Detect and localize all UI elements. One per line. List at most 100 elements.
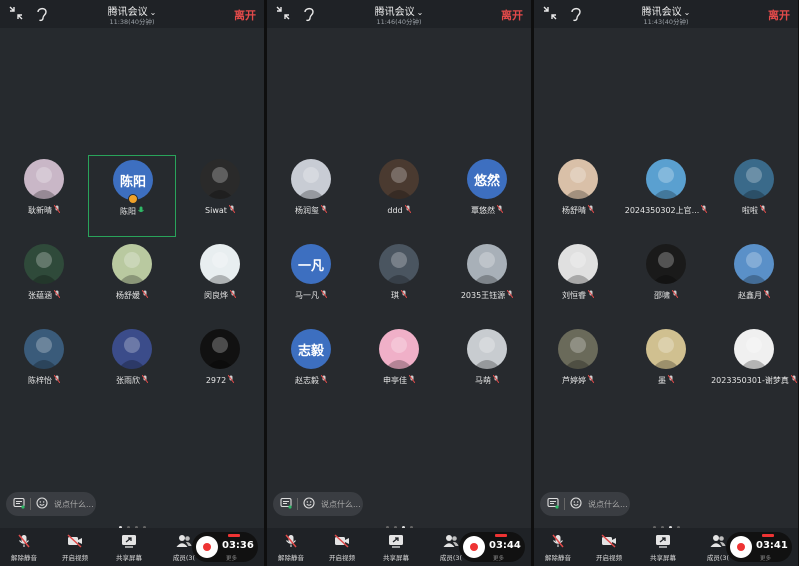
meeting-header: 腾讯会议 ⌄ 11:46(40分钟) 离开 bbox=[267, 0, 531, 28]
unmute-button[interactable]: 解除静音 bbox=[0, 528, 48, 566]
host-badge-icon bbox=[128, 194, 138, 204]
participant-tile[interactable]: 悠然 覃悠然 bbox=[443, 155, 531, 237]
unmute-button[interactable]: 解除静音 bbox=[534, 528, 582, 566]
chat-bar[interactable]: 说点什么... bbox=[273, 492, 363, 516]
participant-name: 张蕴涵 bbox=[28, 291, 52, 300]
participant-tile[interactable]: 2035王钰源 bbox=[443, 240, 531, 322]
video-off-icon bbox=[585, 534, 633, 552]
chat-input-placeholder[interactable]: 说点什么... bbox=[588, 499, 628, 510]
avatar bbox=[646, 159, 686, 199]
start-video-button[interactable]: 开启视频 bbox=[51, 528, 99, 566]
record-stop-icon[interactable] bbox=[730, 536, 752, 558]
leave-button[interactable]: 离开 bbox=[501, 7, 523, 23]
avatar bbox=[558, 244, 598, 284]
participant-name: 芦婷婷 bbox=[562, 376, 586, 385]
participant-tile[interactable]: 刘恒睿 bbox=[534, 240, 622, 322]
participant-name: 申亭佳 bbox=[383, 376, 407, 385]
more-indicator bbox=[762, 534, 774, 537]
avatar bbox=[112, 244, 152, 284]
avatar bbox=[734, 329, 774, 369]
chat-input-placeholder[interactable]: 说点什么... bbox=[321, 499, 361, 510]
participant-tile[interactable]: Siwat bbox=[176, 155, 264, 237]
participant-name: 杨润玺 bbox=[295, 206, 319, 215]
participant-name: 刘恒睿 bbox=[562, 291, 586, 300]
participant-tile[interactable]: 张雨欣 bbox=[88, 325, 176, 407]
participant-tile[interactable]: 陈阳 陈阳 bbox=[88, 155, 176, 237]
participant-tile[interactable]: 马萌 bbox=[443, 325, 531, 407]
emoji-icon[interactable] bbox=[569, 497, 583, 511]
participant-tile[interactable]: 杨舒晴 bbox=[534, 155, 622, 237]
participant-tile[interactable]: 志毅 赵志毅 bbox=[267, 325, 355, 407]
avatar bbox=[112, 329, 152, 369]
participant-name: 赵鑫月 bbox=[738, 291, 762, 300]
chat-list-icon[interactable] bbox=[12, 497, 26, 511]
more-button[interactable]: 更多 bbox=[493, 554, 504, 562]
meeting-header: 腾讯会议 ⌄ 11:43(40分钟) 离开 bbox=[534, 0, 798, 28]
leave-button[interactable]: 离开 bbox=[768, 7, 790, 23]
record-stop-icon[interactable] bbox=[196, 536, 218, 558]
avatar bbox=[200, 329, 240, 369]
participant-name: 2024350302上官... bbox=[624, 206, 700, 215]
participant-tile[interactable]: 2972 bbox=[176, 325, 264, 407]
avatar bbox=[558, 159, 598, 199]
mic-muted-icon bbox=[759, 204, 767, 215]
participant-tile[interactable]: 琪 bbox=[355, 240, 443, 322]
participant-tile[interactable]: 闵良烨 bbox=[176, 240, 264, 322]
emoji-icon[interactable] bbox=[302, 497, 316, 511]
avatar bbox=[467, 244, 507, 284]
avatar bbox=[200, 244, 240, 284]
participant-tile[interactable]: 杨舒媛 bbox=[88, 240, 176, 322]
participant-name: 马一凡 bbox=[295, 291, 319, 300]
mic-muted-icon bbox=[763, 289, 771, 300]
unmute-button[interactable]: 解除静音 bbox=[267, 528, 315, 566]
participant-tile[interactable]: 墨 bbox=[622, 325, 710, 407]
emoji-icon[interactable] bbox=[35, 497, 49, 511]
mic-muted-icon bbox=[587, 204, 595, 215]
participant-name: 琪 bbox=[391, 291, 399, 300]
participant-tile[interactable]: 陈梓怡 bbox=[0, 325, 88, 407]
share-screen-icon bbox=[639, 534, 687, 552]
more-button[interactable]: 更多 bbox=[760, 554, 771, 562]
participant-tile[interactable]: 杨润玺 bbox=[267, 155, 355, 237]
participant-tile[interactable]: 耿新晴 bbox=[0, 155, 88, 237]
bottom-toolbar: 解除静音 开启视频 共享屏幕 成员(3( bbox=[534, 528, 798, 566]
chat-bar[interactable]: 说点什么... bbox=[540, 492, 630, 516]
record-pill[interactable]: 03:41 更多 bbox=[726, 532, 792, 562]
share-screen-button[interactable]: 共享屏幕 bbox=[639, 528, 687, 566]
start-video-button[interactable]: 开启视频 bbox=[585, 528, 633, 566]
participant-tile[interactable]: ddd bbox=[355, 155, 443, 237]
record-pill[interactable]: 03:36 更多 bbox=[192, 532, 258, 562]
mic-muted-icon bbox=[228, 204, 236, 215]
participant-tile[interactable]: 一凡 马一凡 bbox=[267, 240, 355, 322]
record-pill[interactable]: 03:44 更多 bbox=[459, 532, 525, 562]
chat-list-icon[interactable] bbox=[279, 497, 293, 511]
chat-bar[interactable]: 说点什么... bbox=[6, 492, 96, 516]
avatar bbox=[646, 244, 686, 284]
participant-tile[interactable]: 邵啸 bbox=[622, 240, 710, 322]
more-indicator bbox=[495, 534, 507, 537]
mic-muted-icon bbox=[587, 374, 595, 385]
mic-muted-icon bbox=[320, 204, 328, 215]
video-off-icon bbox=[51, 534, 99, 552]
participant-tile[interactable]: 赵鑫月 bbox=[710, 240, 798, 322]
participant-tile[interactable]: 2024350302上官... bbox=[622, 155, 710, 237]
share-screen-button[interactable]: 共享屏幕 bbox=[372, 528, 420, 566]
leave-button[interactable]: 离开 bbox=[234, 7, 256, 23]
participant-tile[interactable]: 芦婷婷 bbox=[534, 325, 622, 407]
bottom-toolbar: 解除静音 开启视频 共享屏幕 成员(3( bbox=[267, 528, 531, 566]
mic-muted-icon bbox=[141, 289, 149, 300]
participant-tile[interactable]: 啦啦 bbox=[710, 155, 798, 237]
record-stop-icon[interactable] bbox=[463, 536, 485, 558]
chat-input-placeholder[interactable]: 说点什么... bbox=[54, 499, 94, 510]
chat-list-icon[interactable] bbox=[546, 497, 560, 511]
more-button[interactable]: 更多 bbox=[226, 554, 237, 562]
mic-muted-icon bbox=[227, 374, 235, 385]
start-video-button[interactable]: 开启视频 bbox=[318, 528, 366, 566]
participant-tile[interactable]: 2023350301-谢梦真 bbox=[710, 325, 798, 407]
mic-muted-icon bbox=[790, 374, 798, 385]
participant-tile[interactable]: 申亭佳 bbox=[355, 325, 443, 407]
mic-muted-icon bbox=[671, 289, 679, 300]
share-screen-button[interactable]: 共享屏幕 bbox=[105, 528, 153, 566]
mic-muted-icon bbox=[320, 374, 328, 385]
participant-tile[interactable]: 张蕴涵 bbox=[0, 240, 88, 322]
